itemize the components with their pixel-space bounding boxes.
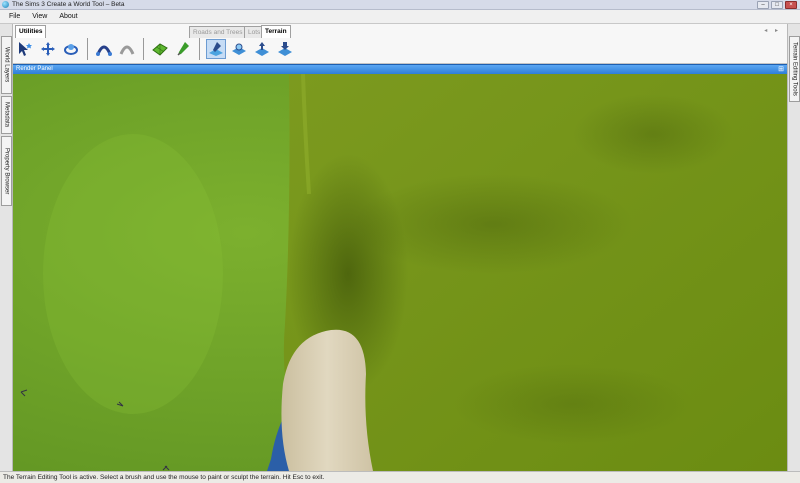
menu-file[interactable]: File <box>3 13 26 20</box>
tab-world-layers[interactable]: World Layers <box>1 36 12 94</box>
terrain-raise-icon[interactable] <box>252 39 272 59</box>
tool-panel: Utilities Roads and Trees Lots Terrain ◂… <box>13 24 787 64</box>
tab-property-browser[interactable]: Property Browser <box>1 136 12 206</box>
road-curve-disabled-icon[interactable] <box>117 39 137 59</box>
tree-paint-icon[interactable] <box>173 39 193 59</box>
left-dock-strip: World Layers Metadata Property Browser <box>0 24 13 471</box>
status-bar: The Terrain Editing Tool is active. Sele… <box>0 471 800 483</box>
orbit-camera-icon[interactable] <box>61 39 81 59</box>
tab-scroll-arrows[interactable]: ◂ ▸ <box>764 27 781 34</box>
status-text: The Terrain Editing Tool is active. Sele… <box>3 474 325 481</box>
toolbar-separator <box>143 38 144 60</box>
pin-icon[interactable]: ⊞ <box>778 65 784 73</box>
maximize-button[interactable]: □ <box>771 1 783 9</box>
window-title: The Sims 3 Create a World Tool – Beta <box>12 1 125 8</box>
app-icon <box>2 1 9 8</box>
menu-bar: File View About <box>0 10 800 24</box>
window-controls: – □ × <box>757 1 797 9</box>
tab-metadata[interactable]: Metadata <box>1 96 12 134</box>
toolbar-separator <box>87 38 88 60</box>
tab-terrain-editing-tools[interactable]: Terrain Editing Tools <box>789 36 800 102</box>
menu-about[interactable]: About <box>53 13 83 20</box>
minimize-button[interactable]: – <box>757 1 769 9</box>
road-curve-icon[interactable] <box>94 39 114 59</box>
terrain-sculpt-icon[interactable] <box>206 39 226 59</box>
select-pointer-icon[interactable] <box>15 39 35 59</box>
terrain-smooth-icon[interactable] <box>229 39 249 59</box>
render-panel-header: Render Panel ⊞ <box>13 64 787 74</box>
render-panel-title: Render Panel <box>16 66 53 72</box>
move-camera-icon[interactable] <box>38 39 58 59</box>
terrain-render[interactable] <box>13 74 787 471</box>
toolbar-separator <box>199 38 200 60</box>
menu-view[interactable]: View <box>26 13 53 20</box>
utilities-tools <box>15 37 295 61</box>
right-dock-strip: Terrain Editing Tools <box>787 24 800 471</box>
lot-grid-icon[interactable] <box>150 39 170 59</box>
terrain-flatten-icon[interactable] <box>275 39 295 59</box>
title-bar: The Sims 3 Create a World Tool – Beta – … <box>0 0 800 10</box>
terrain-viewport[interactable] <box>13 74 787 471</box>
close-button[interactable]: × <box>785 1 797 9</box>
